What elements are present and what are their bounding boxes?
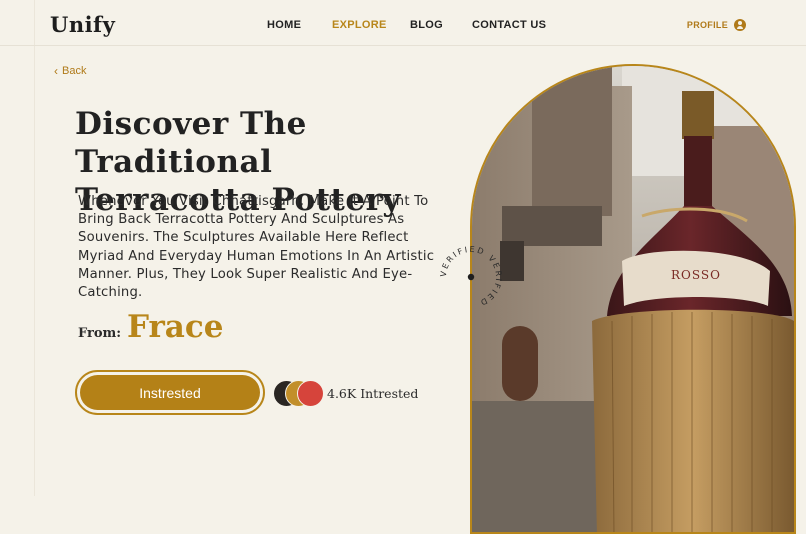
interested-count: 4.6K Intrested — [327, 386, 419, 401]
top-navigation: Unify HOME EXPLORE BLOG CONTACT US PROFI… — [0, 0, 806, 46]
interested-button[interactable]: Instrested — [80, 375, 260, 410]
nav-link-home[interactable]: HOME — [267, 19, 301, 31]
profile-button[interactable]: PROFILE — [687, 19, 746, 31]
nav-link-explore[interactable]: EXPLORE — [332, 19, 387, 31]
description: Whenever You Visit Chhattisgarh, Make It… — [78, 194, 435, 301]
page-left-rule — [34, 0, 35, 496]
origin-value: Frace — [127, 309, 224, 345]
nav-link-blog[interactable]: BLOG — [410, 19, 443, 31]
back-link[interactable]: ‹ Back — [54, 64, 86, 78]
nav-divider — [0, 45, 806, 46]
nav-link-contact[interactable]: CONTACT US — [472, 19, 546, 31]
back-label: Back — [62, 65, 87, 77]
avatar — [297, 380, 324, 407]
verified-badge: VERIFIED VERIFIED — [437, 243, 505, 311]
chevron-left-icon: ‹ — [54, 64, 58, 78]
brand-logo[interactable]: Unify — [50, 12, 115, 37]
user-icon — [734, 19, 746, 31]
interested-avatars — [273, 380, 325, 407]
interested-button-outline: Instrested — [75, 370, 265, 415]
bottle-label-text: ROSSO — [671, 268, 721, 282]
profile-label: PROFILE — [686, 20, 728, 30]
origin-label: From: — [78, 326, 122, 341]
product-photo: ROSSO — [470, 64, 796, 534]
wine-bottle-image: ROSSO — [472, 66, 794, 532]
title-line-1: Discover The Traditional — [75, 106, 307, 180]
